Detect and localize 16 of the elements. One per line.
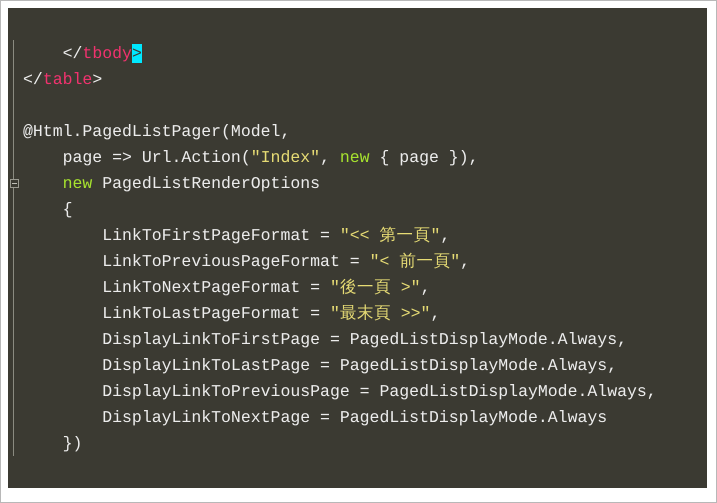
code-line: </table> (22, 70, 102, 88)
code-line: LinkToFirstPageFormat = "<< 第一頁", (101, 225, 450, 246)
fold-icon[interactable] (10, 178, 18, 188)
code-line: { (62, 200, 73, 218)
code-line: page => Url.Action("Index", new { page }), (62, 148, 479, 166)
code-line: DisplayLinkToNextPage = PagedListDisplayMode.Always (101, 408, 608, 426)
code-line: LinkToLastPageFormat = "最末頁 >>", (101, 303, 440, 324)
code-line: new PagedListRenderOptions (62, 174, 320, 192)
code-line: @Html.PagedListPager(Model, (22, 122, 290, 140)
code-line: }) (62, 434, 82, 452)
code-line: </tbody> (62, 44, 142, 62)
code-line: DisplayLinkToPreviousPage = PagedListDisplayMode.Always, (101, 382, 657, 400)
code-line: LinkToNextPageFormat = "後一頁 >", (101, 277, 430, 298)
code-line: DisplayLinkToLastPage = PagedListDisplayMode.Always, (101, 356, 618, 374)
code-line: DisplayLinkToFirstPage = PagedListDisplayMode.Always, (101, 330, 627, 348)
code-line: LinkToPreviousPageFormat = "< 前一頁", (101, 251, 470, 272)
